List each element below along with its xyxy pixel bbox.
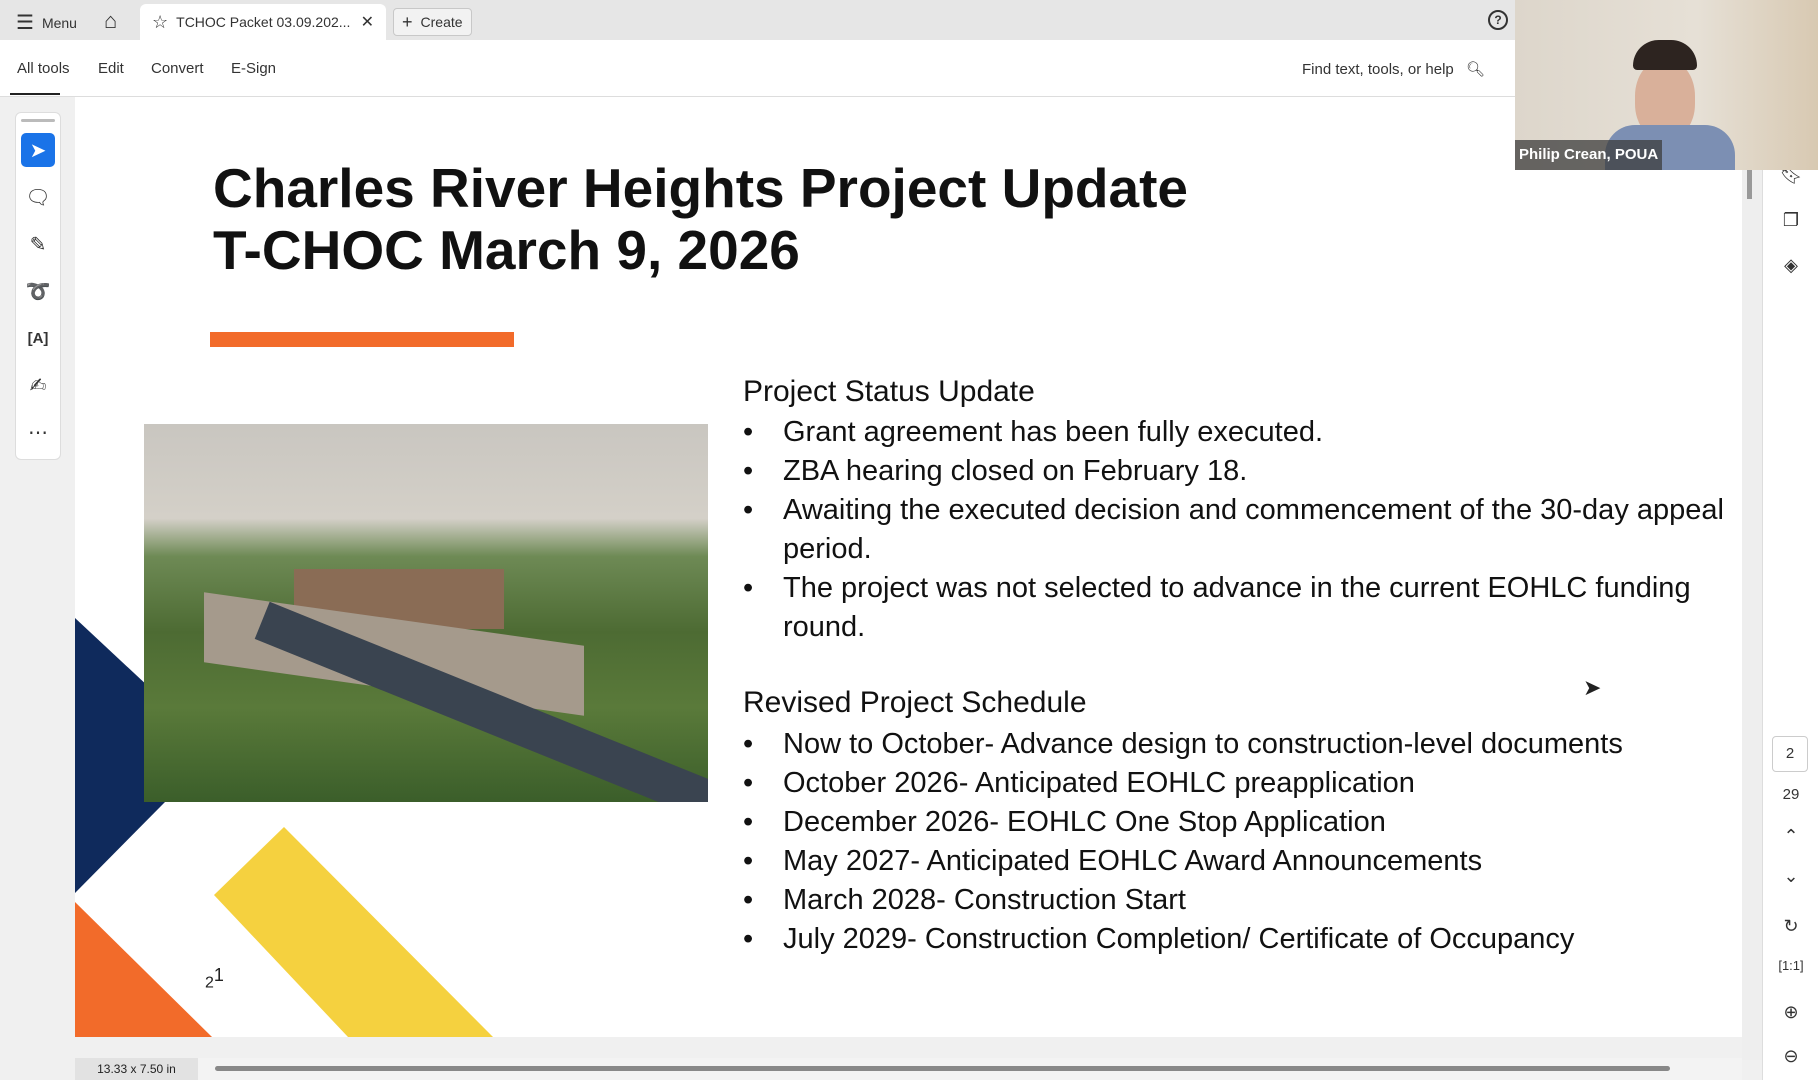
select-tool-icon[interactable]: ➤ [21,133,55,167]
left-tool-panel: ➤ 🗨︎ ✎ ➰ [A] ✍︎ ⋯ [15,112,61,460]
yellow-stripe [214,827,493,1037]
status-list: Grant agreement has been fully executed.… [743,413,1742,647]
list-item: July 2029- Construction Completion/ Cert… [743,920,1742,959]
close-tab-icon[interactable]: ✕ [361,12,374,32]
comment-icon[interactable]: 🗨︎ [21,180,55,214]
drag-handle[interactable] [21,119,55,122]
vertical-scrollbar[interactable] [1742,97,1762,1060]
menu-edit[interactable]: Edit [98,60,124,77]
zoom-out-icon[interactable]: ⊖ [1763,1046,1818,1067]
pages-icon[interactable]: ❐ [1763,210,1818,231]
scrollbar-thumb[interactable] [1747,167,1752,199]
active-tab-indicator [10,93,60,95]
list-item: Awaiting the executed decision and comme… [743,491,1742,569]
mouse-cursor-icon: ➤ [1583,675,1602,700]
chevron-up-icon[interactable]: ⌃ [1763,826,1818,847]
rotate-icon[interactable]: ↻ [1763,916,1818,937]
menu-button[interactable]: ☰ Menu [16,10,77,35]
page-size: 13.33 x 7.50 in [75,1058,198,1080]
pdf-page: Charles River Heights Project Update T-CH… [75,97,1742,1037]
list-item: Now to October- Advance design to constr… [743,725,1742,764]
document-tab[interactable]: ☆ TCHOC Packet 03.09.202... ✕ [140,4,386,40]
menu-e-sign[interactable]: E-Sign [231,60,276,77]
list-item: March 2028- Construction Start [743,881,1742,920]
slide-number: 21 [205,965,224,992]
participant-hair [1633,40,1697,70]
list-item: The project was not selected to advance … [743,569,1742,647]
list-item: May 2027- Anticipated EOHLC Award Announ… [743,842,1742,881]
schedule-heading: Revised Project Schedule [743,686,1087,719]
plus-icon: + [402,11,413,32]
status-bar: 13.33 x 7.50 in [75,1058,1742,1080]
more-tools-icon[interactable]: ⋯ [21,415,55,449]
layers-icon[interactable]: ◈ [1763,255,1818,276]
highlight-pen-icon[interactable]: ✎ [21,227,55,261]
list-item: December 2026- EOHLC One Stop Applicatio… [743,803,1742,842]
menu-convert[interactable]: Convert [151,60,204,77]
list-item: ZBA hearing closed on February 18. [743,452,1742,491]
create-button[interactable]: + Create [393,8,472,36]
participant-name: Philip Crean, POUA [1515,140,1663,170]
search-icon[interactable]: 🔍︎ [1466,61,1485,78]
text-box-icon[interactable]: [A] [21,321,55,355]
right-panel: 🔖︎ ❐ ◈ 2 29 ⌃ ⌄ ↻ [1:1] ⊕ ⊖ [1762,40,1818,1080]
chevron-down-icon[interactable]: ⌄ [1763,866,1818,887]
schedule-list: Now to October- Advance design to constr… [743,725,1742,959]
orange-triangle [75,902,212,1037]
total-pages: 29 [1782,786,1800,803]
search-box[interactable]: Find text, tools, or help 🔍︎ [1302,60,1485,78]
menu-all-tools[interactable]: All tools [17,60,70,77]
home-icon[interactable]: ⌂ [104,8,117,34]
slide-title: Charles River Heights Project Update T-CH… [213,157,1189,281]
project-rendering-image [144,424,708,802]
star-icon[interactable]: ☆ [152,12,168,33]
help-icon[interactable]: ? [1488,10,1508,30]
list-item: October 2026- Anticipated EOHLC preappli… [743,764,1742,803]
status-heading: Project Status Update [743,375,1035,408]
hamburger-icon: ☰ [16,12,34,34]
horizontal-scrollbar[interactable] [215,1066,1670,1071]
list-item: Grant agreement has been fully executed. [743,413,1742,452]
current-page-input[interactable]: 2 [1772,736,1808,772]
video-feed: Philip Crean, POUA [1515,0,1818,170]
lasso-draw-icon[interactable]: ➰ [21,274,55,308]
title-underline-bar [210,332,514,347]
actual-size-icon[interactable]: [1:1] [1763,958,1818,973]
sign-icon[interactable]: ✍︎ [21,368,55,402]
toolbar: All tools Edit Convert E-Sign Find text,… [0,40,1515,97]
zoom-in-icon[interactable]: ⊕ [1763,1002,1818,1023]
